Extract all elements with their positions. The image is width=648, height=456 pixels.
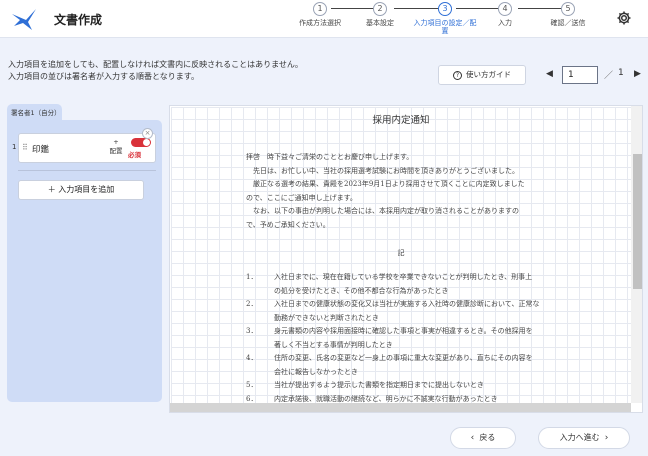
instruction-text: 入力項目を追加をしても、配置しなければ文書内に反映されることはありません。 入力… [8,59,303,83]
step-label: 基本設定 [366,19,394,27]
document-line: 厳正なる選考の結果、貴殿を2023年9月1日より採用させて頂くことに内定致しまし… [246,180,525,188]
app-header: 文書作成 1 作成方法選択 2 基本設定 3 入力項目の設定／配置 4 入力 5… [0,0,648,38]
document-line: なお、以下の事由が判明した場合には、本採用内定が取り消されることがありますの [246,207,519,215]
step-number: 4 [498,2,512,16]
step-label: 入力項目の設定／配置 [413,19,477,35]
condition-item: 3． 身元書類の内容や採用面接時に確認した事項と事実が相違するとき。その他採用を… [246,325,576,352]
condition-number: 5． [246,381,258,389]
vertical-scrollbar[interactable] [631,106,642,403]
condition-line: 会社に報告しなかったとき [274,367,358,376]
condition-line: 当社が提出するよう提示した書類を指定期日までに提出しないとき [274,381,484,389]
condition-line: 内定承諾後、就職活動の継続など、明らかに不誠実な行動があったとき [274,394,498,403]
instruction-line: 入力項目の並びは署名者が入力する順番となります。 [8,72,199,81]
bird-logo-icon[interactable] [10,6,38,32]
condition-item: 4． 住所の変更、氏名の変更など一身上の事項に重大な変更があり、直ちにその内容を… [246,352,576,379]
item-label: 印鑑 [32,145,50,155]
usage-guide-label: 使い方ガイド [466,70,511,79]
step-4: 4 入力 [473,0,537,27]
input-item-seal[interactable]: ⠿ 印鑑 + 配置 必須 [18,133,156,163]
condition-line: 身元書類の内容や採用面接時に確認した事項と事実が相違するとき。その他採用を [274,327,533,335]
condition-item: 6． 内定承諾後、就職活動の継続など、明らかに不誠実な行動があったとき [246,393,576,404]
chevron-right-icon: › [604,433,609,443]
document-viewer[interactable]: 採用内定通知 拝啓 時下益々ご清栄のこととお慶び申し上げます。 先日は、お忙しい… [169,105,643,413]
step-number: 5 [561,2,575,16]
prev-page-icon[interactable]: ◀ [546,69,553,79]
drag-handle-icon[interactable]: ⠿ [22,143,28,152]
divider [18,170,156,171]
document-conditions-list: 1． 入社日までに、現在在籍している学校を卒業できないことが判明したとき、刑事上… [246,271,576,403]
condition-line: 住所の変更、氏名の変更など一身上の事項に重大な変更があり、直ちにその内容を [274,354,533,362]
page-total: 1 [618,68,624,78]
condition-number: 1． [246,273,258,281]
condition-number: 3． [246,327,258,335]
gear-icon[interactable] [616,10,632,26]
page-separator: ／ [604,71,614,81]
app-title: 文書作成 [54,13,103,27]
input-items-panel: 1 ⠿ 印鑑 + 配置 必須 × ＋ 入力項目を追加 [7,120,162,402]
document-paragraph: 拝啓 時下益々ご清栄のこととお慶び申し上げます。 先日は、お忙しい中、当社の採用… [246,151,576,232]
step-number: 1 [313,2,327,16]
step-3-active: 3 入力項目の設定／配置 [413,0,477,35]
condition-number: 4． [246,354,258,362]
condition-item: 2． 入社日までの健康状態の変化又は当社が実施する入社時の健康診断において、正常… [246,298,576,325]
condition-line: 勤務ができないと判断されたとき [274,313,379,322]
required-label: 必須 [128,151,141,159]
required-toggle[interactable] [131,138,151,147]
step-progress: 1 作成方法選択 2 基本設定 3 入力項目の設定／配置 4 入力 5 確認／送… [292,0,610,38]
step-label: 作成方法選択 [299,19,341,27]
remove-item-icon[interactable]: × [142,128,153,139]
condition-line: 入社日までに、現在在籍している学校を卒業できないことが判明したとき、刑事上 [274,273,533,281]
condition-number: 6． [246,394,258,403]
plus-icon: + [113,138,119,146]
condition-line: の処分を受けたとき、その他不都合な行為があったとき [274,286,449,295]
add-input-item-button[interactable]: ＋ 入力項目を追加 [18,180,144,200]
document-line: ので、ここにご通知申し上げます。 [246,193,357,202]
footer-bar: ‹ 戻る 入力へ進む › [0,413,648,456]
condition-item: 1． 入社日までに、現在在籍している学校を卒業できないことが判明したとき、刑事上… [246,271,576,298]
page-number-input[interactable]: 1 [562,66,598,84]
document-page[interactable]: 採用内定通知 拝啓 時下益々ご清栄のこととお慶び申し上げます。 先日は、お忙しい… [171,107,631,403]
place-button[interactable]: + 配置 [108,138,124,156]
condition-line: 著しく不当とする事情が判明したとき [274,340,393,349]
document-title: 採用内定通知 [372,115,430,126]
chevron-left-icon: ‹ [470,433,475,443]
document-line: 先日は、お忙しい中、当社の採用選考試験にお時間を頂きありがとうございました。 [246,166,519,175]
usage-guide-button[interactable]: ? 使い方ガイド [438,65,526,85]
step-number: 2 [373,2,387,16]
instruction-line: 入力項目を追加をしても、配置しなければ文書内に反映されることはありません。 [8,60,303,69]
back-button[interactable]: ‹ 戻る [450,427,516,449]
back-label: 戻る [479,433,496,442]
horizontal-scrollbar[interactable] [170,403,631,412]
next-to-input-button[interactable]: 入力へ進む › [538,427,630,449]
next-label: 入力へ進む [559,433,600,442]
next-page-icon[interactable]: ▶ [634,69,641,79]
place-label: 配置 [109,147,123,155]
condition-number: 2． [246,300,258,308]
question-icon: ? [453,70,462,80]
document-ki: 記 [397,249,405,257]
step-number: 3 [438,2,452,16]
item-number: 1 [12,143,17,151]
step-1: 1 作成方法選択 [288,0,352,27]
document-line: 拝啓 時下益々ご清栄のこととお慶び申し上げます。 [246,153,414,161]
condition-line: 入社日までの健康状態の変化又は当社が実施する入社時の健康診断において、正常な [274,300,540,308]
step-label: 確認／送信 [550,19,586,27]
vertical-scroll-thumb[interactable] [633,154,642,289]
step-label: 入力 [498,19,512,27]
document-line: で、予めご承知ください。 [246,220,330,229]
step-5: 5 確認／送信 [536,0,600,27]
step-2: 2 基本設定 [348,0,412,27]
condition-item: 5． 当社が提出するよう提示した書類を指定期日までに提出しないとき [246,379,576,393]
